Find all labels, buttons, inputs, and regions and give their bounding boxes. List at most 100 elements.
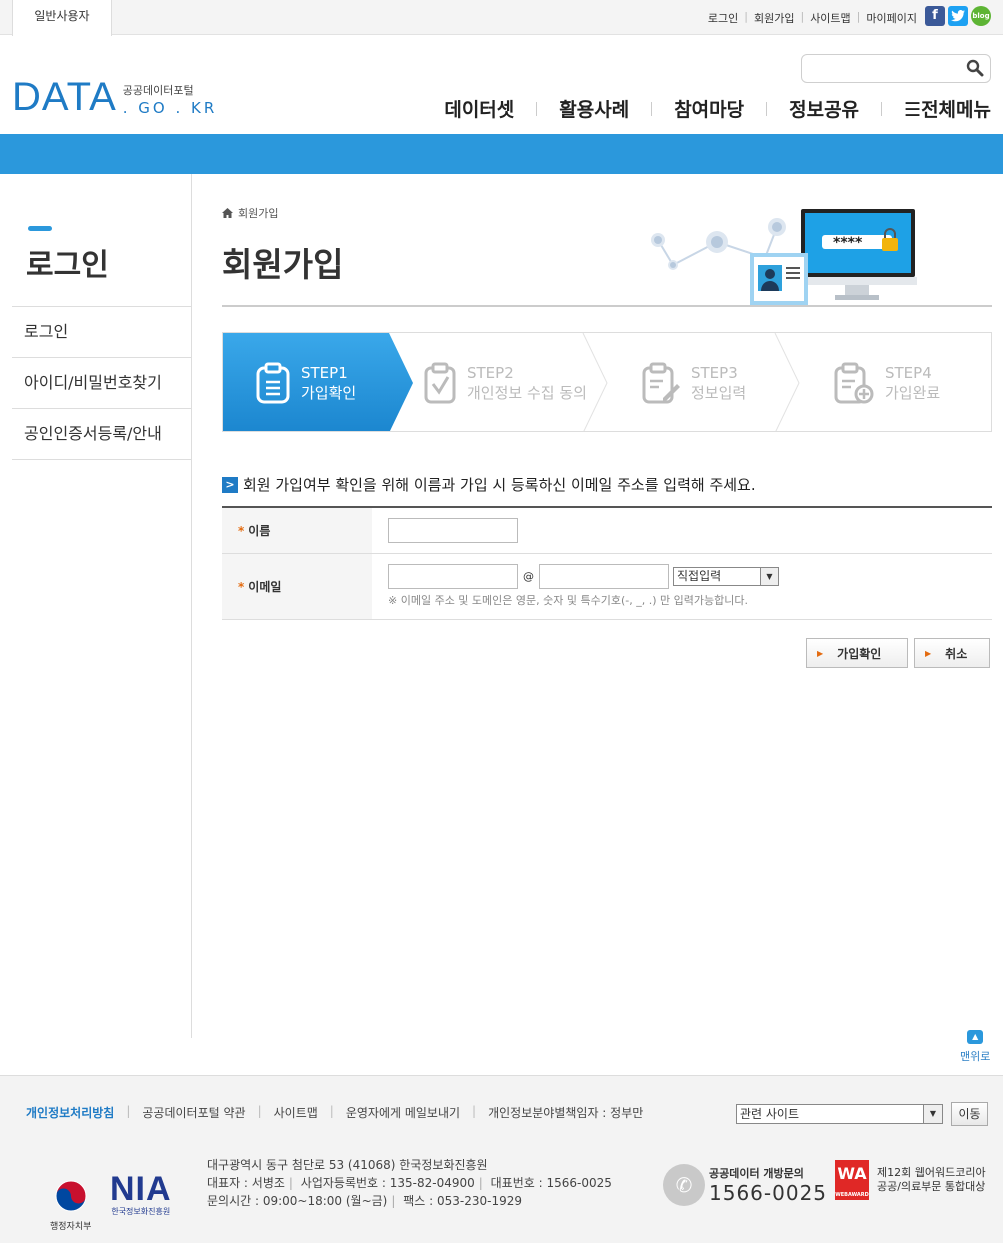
- arrow-right-icon: ▶: [925, 648, 932, 658]
- arrow-right-icon: ▶: [817, 648, 824, 658]
- divider: |: [856, 10, 861, 23]
- logo-subtitle: 공공데이터포털 . GO . KR: [123, 82, 218, 117]
- email-domain-select[interactable]: 직접입력 ▼: [673, 567, 779, 586]
- web-award-badge: WA WEBAWARD 제12회 웹어워드코리아 공공/의료부문 통합대상: [835, 1160, 986, 1200]
- step-1-number: STEP1: [301, 364, 348, 382]
- terms-link[interactable]: 공공데이터포털 약관: [142, 1104, 245, 1121]
- form-notice: > 회원 가입여부 확인을 위해 이름과 가입 시 등록하신 이메일 주소를 입…: [222, 474, 756, 495]
- award-line-1: 제12회 웹어워드코리아: [877, 1166, 986, 1179]
- divider: |: [472, 1104, 477, 1118]
- business-number: 사업자등록번호 : 135-82-04900: [300, 1176, 475, 1190]
- chevron-up-icon: ▲: [967, 1030, 984, 1044]
- cancel-button[interactable]: ▶ 취소: [914, 638, 990, 668]
- back-to-top-button[interactable]: ▲ 맨위로: [960, 1030, 990, 1064]
- divider: |: [391, 1194, 396, 1208]
- webaward-logo-icon: WA WEBAWARD: [835, 1160, 869, 1200]
- call-center: ✆ 공공데이터 개방문의 1566-0025: [663, 1164, 827, 1206]
- signup-check-form: * 이름 * 이메일 @ 직접입력 ▼ ※ 이메일 주소 및 도메인은 영문, 숫자…: [222, 506, 992, 620]
- main-phone: 대표번호 : 1566-0025: [490, 1176, 612, 1190]
- utility-links: 로그인 | 회원가입 | 사이트맵 | 마이페이지: [708, 10, 917, 26]
- sidebar-divider: [191, 174, 192, 1038]
- divider: |: [478, 1176, 483, 1190]
- nav-all-menu[interactable]: ☰전체메뉴: [904, 95, 991, 122]
- password-mask: ****: [833, 235, 863, 251]
- ministry-name: 행정자치부: [50, 1222, 92, 1232]
- nav-dataset[interactable]: 데이터셋: [444, 95, 514, 122]
- step-2-number: STEP2: [467, 364, 514, 382]
- email-domain-select-value: 직접입력: [677, 569, 722, 583]
- webaward-logo-text: WA: [837, 1164, 867, 1183]
- step-1-label: 가입확인: [301, 384, 357, 402]
- email-id-input[interactable]: [388, 564, 518, 589]
- phone-icon: ✆: [663, 1164, 705, 1206]
- chevron-down-icon: ▼: [760, 568, 778, 585]
- main-nav: 데이터셋 활용사례 참여마당 정보공유 ☰전체메뉴: [444, 95, 991, 122]
- address-line: 대구광역시 동구 첨단로 53 (41068) 한국정보화진흥원: [207, 1158, 488, 1172]
- twitter-icon[interactable]: [948, 6, 968, 26]
- sidebar-item-login[interactable]: 로그인: [12, 307, 191, 358]
- company-info-line: 대표자 : 서병조 | 사업자등록번호 : 135-82-04900 | 대표번호 …: [207, 1174, 612, 1192]
- step-3-text: STEP3 정보입력: [691, 363, 746, 403]
- name-row: * 이름: [222, 508, 992, 554]
- nav-use-cases[interactable]: 활용사례: [559, 95, 629, 122]
- util-sitemap-link[interactable]: 사이트맵: [810, 10, 850, 26]
- step-1-text: STEP1 가입확인: [301, 363, 356, 403]
- logo-domain: . GO . KR: [122, 99, 218, 117]
- step-1: STEP1 가입확인: [223, 333, 413, 431]
- divider: |: [126, 1104, 131, 1118]
- email-label: * 이메일: [222, 554, 372, 619]
- facebook-icon[interactable]: f: [925, 6, 945, 26]
- step-2-label: 개인정보 수집 동의: [467, 384, 587, 402]
- award-line-2: 공공/의료부문 통합대상: [877, 1180, 986, 1193]
- contact-line: 문의시간 : 09:00~18:00 (월~금) | 팩스 : 053-230-1…: [207, 1192, 612, 1210]
- required-icon: *: [238, 579, 245, 594]
- user-type-tab[interactable]: 일반사용자: [12, 0, 112, 36]
- mail-admin-link[interactable]: 운영자에게 메일보내기: [346, 1104, 460, 1121]
- related-sites-value: 관련 사이트: [740, 1107, 800, 1121]
- nia-logo: NIA 한국정보화진흥원: [110, 1172, 172, 1217]
- inquiry-hours: 문의시간 : 09:00~18:00 (월~금): [207, 1194, 388, 1208]
- title-divider: [222, 305, 992, 307]
- search-input[interactable]: [808, 55, 968, 82]
- step-4-number: STEP4: [885, 364, 932, 382]
- util-signup-link[interactable]: 회원가입: [754, 10, 794, 26]
- divider: |: [800, 10, 805, 23]
- divider: [881, 101, 883, 116]
- email-domain-input[interactable]: [539, 564, 669, 589]
- email-label-text: 이메일: [248, 580, 282, 594]
- name-label: * 이름: [222, 508, 372, 553]
- sidebar-item-find-id-password[interactable]: 아이디/비밀번호찾기: [12, 358, 191, 409]
- util-login-link[interactable]: 로그인: [708, 10, 738, 26]
- name-value-cell: [372, 508, 992, 553]
- blog-icon[interactable]: blog: [971, 6, 991, 26]
- logo-data-text: DATA: [12, 75, 117, 119]
- step-4: STEP4 가입완료: [833, 333, 940, 431]
- sidebar-item-certificate[interactable]: 공인인증서등록/안내: [12, 409, 191, 460]
- add-document-icon: [834, 362, 874, 404]
- search-icon[interactable]: [966, 59, 984, 77]
- nia-text: NIA: [110, 1170, 172, 1208]
- related-sites-select[interactable]: 관련 사이트 ▼: [736, 1104, 943, 1124]
- taegeuk-icon: [55, 1180, 87, 1212]
- cancel-label: 취소: [945, 646, 968, 661]
- step-2-text: STEP2 개인정보 수집 동의: [467, 363, 587, 403]
- privacy-policy-link[interactable]: 개인정보처리방침: [26, 1104, 114, 1121]
- divider: |: [329, 1104, 334, 1118]
- nav-participation[interactable]: 참여마당: [674, 95, 744, 122]
- home-icon[interactable]: [222, 208, 233, 218]
- footer-links: 개인정보처리방침 | 공공데이터포털 약관 | 사이트맵 | 운영자에게 메일보내기 |…: [26, 1104, 643, 1121]
- go-button[interactable]: 이동: [951, 1102, 988, 1126]
- util-mypage-link[interactable]: 마이페이지: [866, 10, 917, 26]
- chevron-down-icon: ▼: [923, 1105, 942, 1123]
- edit-form-icon: [642, 362, 680, 404]
- nav-info-share[interactable]: 정보공유: [789, 95, 859, 122]
- confirm-signup-button[interactable]: ▶ 가입확인: [806, 638, 908, 668]
- step-3-number: STEP3: [691, 364, 738, 382]
- footer-sitemap-link[interactable]: 사이트맵: [274, 1104, 318, 1121]
- call-center-label: 공공데이터 개방문의: [709, 1167, 804, 1180]
- name-input[interactable]: [388, 518, 518, 543]
- logo-korean: 공공데이터포털: [122, 84, 194, 97]
- chevron-right-icon: >: [222, 476, 238, 493]
- site-logo[interactable]: DATA 공공데이터포털 . GO . KR: [12, 75, 218, 119]
- checklist-icon: [424, 362, 456, 404]
